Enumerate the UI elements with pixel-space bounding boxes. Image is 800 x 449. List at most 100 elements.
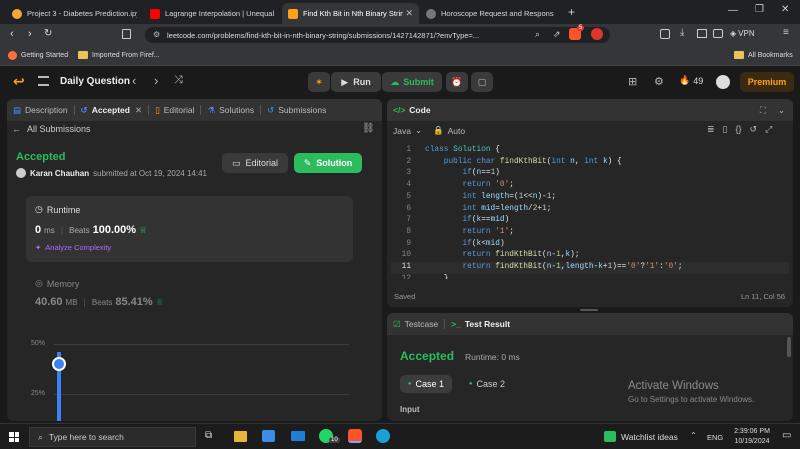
scrollbar[interactable] xyxy=(787,337,791,357)
code-editor[interactable]: 1 class Solution { 2 public char findKth… xyxy=(391,145,789,279)
format-icon[interactable]: ≣ xyxy=(707,124,715,135)
code-line: 12 } xyxy=(391,274,789,279)
expand-icon[interactable]: ⤢ xyxy=(765,124,772,135)
tab-testcase[interactable]: ☑ Testcase xyxy=(387,313,444,335)
next-question-icon[interactable]: › xyxy=(154,73,158,88)
problem-list-icon[interactable] xyxy=(38,76,49,86)
bookmark-imported[interactable]: Imported From Firef... xyxy=(78,51,160,59)
case-1-tab[interactable]: ● Case 1 xyxy=(400,375,452,393)
submit-button[interactable]: ☁ Submit xyxy=(382,72,442,92)
site-info-icon[interactable]: ⚙ xyxy=(153,30,160,39)
store-icon[interactable] xyxy=(262,430,275,442)
avatar[interactable] xyxy=(716,75,730,89)
memory-beats: 85.41% xyxy=(115,296,153,308)
tab-solutions[interactable]: ⚗ Solutions xyxy=(201,99,260,121)
tray-chevron-icon[interactable]: ⌃ xyxy=(690,431,697,440)
user-name[interactable]: Karan Chauhan xyxy=(30,169,89,178)
tab-submissions[interactable]: ↺ Submissions xyxy=(261,99,332,121)
debug-icon[interactable]: ✶ xyxy=(308,72,330,92)
reset-icon[interactable]: ↺ xyxy=(750,124,758,135)
browser-tab-leetcode[interactable]: Find Kth Bit in Nth Binary String ✕ xyxy=(282,3,419,24)
close-tab-icon[interactable]: ✕ xyxy=(405,8,413,19)
daily-question-title[interactable]: Daily Question xyxy=(60,76,130,87)
notification-icon[interactable]: ▭ xyxy=(782,430,791,441)
code-title: Code xyxy=(409,105,431,115)
language-select[interactable]: Java ⌄ xyxy=(393,125,422,136)
sidebar-icon[interactable] xyxy=(697,29,707,38)
leetcode-logo-icon[interactable]: ↩ xyxy=(13,74,27,89)
input-language[interactable]: ENG xyxy=(707,433,723,442)
forward-icon[interactable]: › xyxy=(28,28,32,40)
history-icon: ↺ xyxy=(267,104,275,115)
minimize-icon[interactable]: — xyxy=(728,5,738,16)
streak-counter[interactable]: 🔥 49 xyxy=(679,75,703,86)
auto-mode-toggle[interactable]: 🔒 Auto xyxy=(433,125,465,136)
new-tab-icon[interactable]: + xyxy=(568,5,575,19)
chart-marker[interactable] xyxy=(52,357,66,371)
panel-resize-handle[interactable] xyxy=(580,309,598,311)
shuffle-icon[interactable]: ⤨ xyxy=(174,74,183,87)
brave-rewards-icon[interactable] xyxy=(591,28,603,40)
all-submissions-link[interactable]: ← All Submissions xyxy=(12,124,91,134)
brave-icon[interactable] xyxy=(348,429,362,443)
share-icon[interactable]: ⇗ xyxy=(553,29,561,40)
run-button[interactable]: ▶ Run xyxy=(331,72,381,92)
browser-tab-horoscope[interactable]: Horoscope Request and Response xyxy=(420,3,560,24)
download-icon[interactable]: ⤓ xyxy=(680,27,684,38)
clock[interactable]: 2:39:06 PM 10/19/2024 xyxy=(729,427,775,447)
back-icon[interactable]: ‹ xyxy=(10,28,14,40)
case-2-tab[interactable]: ● Case 2 xyxy=(462,375,512,393)
zoom-icon[interactable]: ⌕ xyxy=(535,29,540,40)
flask-icon: ⚗ xyxy=(207,104,216,115)
editorial-button[interactable]: ▭ Editorial xyxy=(222,153,288,173)
edge-icon[interactable] xyxy=(376,429,390,443)
file-explorer-icon[interactable] xyxy=(234,431,247,442)
browser-tab-jupyter[interactable]: Project 3 - Diabetes Prediction.ipynb xyxy=(6,3,144,24)
tab-description[interactable]: ▤ Description xyxy=(7,99,74,121)
code-line: 2 public char findKthBit(int n, int k) { xyxy=(391,157,789,169)
maximize-icon[interactable]: ⛶ xyxy=(760,105,766,116)
extensions-icon[interactable] xyxy=(660,29,670,39)
close-window-icon[interactable]: ✕ xyxy=(781,4,789,15)
settings-gear-icon[interactable]: ⚙ xyxy=(654,75,664,88)
memory-header[interactable]: ◎ Memory xyxy=(35,278,79,289)
leetcode-icon xyxy=(288,8,298,19)
close-tab-icon[interactable]: ✕ xyxy=(135,105,142,116)
tab-code[interactable]: </> Code xyxy=(387,99,437,121)
bookmark-icon[interactable]: ▯ xyxy=(723,124,728,135)
runtime-card[interactable]: ◷ Runtime 0 ms | Beats 100.00% ♕ ✦ Analyze… xyxy=(26,196,353,262)
premium-button[interactable]: Premium xyxy=(740,72,794,92)
tab-editorial[interactable]: ▯ Editorial xyxy=(149,99,200,121)
task-view-icon[interactable]: ⧉ xyxy=(205,430,212,441)
user-avatar[interactable] xyxy=(16,168,26,178)
timer-icon[interactable]: ⏰ xyxy=(446,72,468,92)
code-line: 9 if(k<mid) xyxy=(391,239,789,251)
layout-icon[interactable]: ⊞ xyxy=(628,75,637,88)
widget-watchlist[interactable]: Watchlist ideas xyxy=(604,431,678,442)
notes-icon[interactable]: ▢ xyxy=(471,72,493,92)
tab-accepted[interactable]: ↺ Accepted ✕ xyxy=(75,99,149,121)
bookmark-icon[interactable] xyxy=(122,29,131,39)
analyze-complexity-link[interactable]: ✦ Analyze Complexity xyxy=(35,243,111,252)
tab-test-result[interactable]: >_ Test Result xyxy=(445,313,516,335)
prev-question-icon[interactable]: ‹ xyxy=(132,73,136,88)
url-bar[interactable]: ⚙ leetcode.com/problems/find-kth-bit-in-… xyxy=(145,25,610,43)
collapse-icon[interactable]: ⌄ xyxy=(778,105,785,116)
line-number: 6 xyxy=(406,204,411,213)
browser-tab-youtube[interactable]: Lagrange Interpolation | Unequal Int xyxy=(144,3,281,24)
windows-start-icon[interactable] xyxy=(9,432,19,442)
braces-icon[interactable]: {} xyxy=(736,124,742,135)
solution-button[interactable]: ✎ Solution xyxy=(294,153,362,173)
mail-icon[interactable] xyxy=(291,431,305,441)
reload-icon[interactable]: ↻ xyxy=(44,28,52,39)
taskbar-search[interactable]: ⌕ Type here to search xyxy=(29,427,196,447)
bookmark-getting-started[interactable]: Getting Started xyxy=(8,51,68,60)
vpn-button[interactable]: ◈ VPN xyxy=(730,29,755,38)
all-bookmarks[interactable]: All Bookmarks xyxy=(734,51,793,59)
wallet-icon[interactable] xyxy=(713,29,723,38)
restore-icon[interactable]: ❐ xyxy=(755,4,764,15)
menu-icon[interactable]: ≡ xyxy=(783,27,789,38)
link-icon[interactable]: ⛓ xyxy=(362,123,375,134)
firefox-icon xyxy=(8,51,17,60)
tab-label: Accepted xyxy=(91,105,130,115)
